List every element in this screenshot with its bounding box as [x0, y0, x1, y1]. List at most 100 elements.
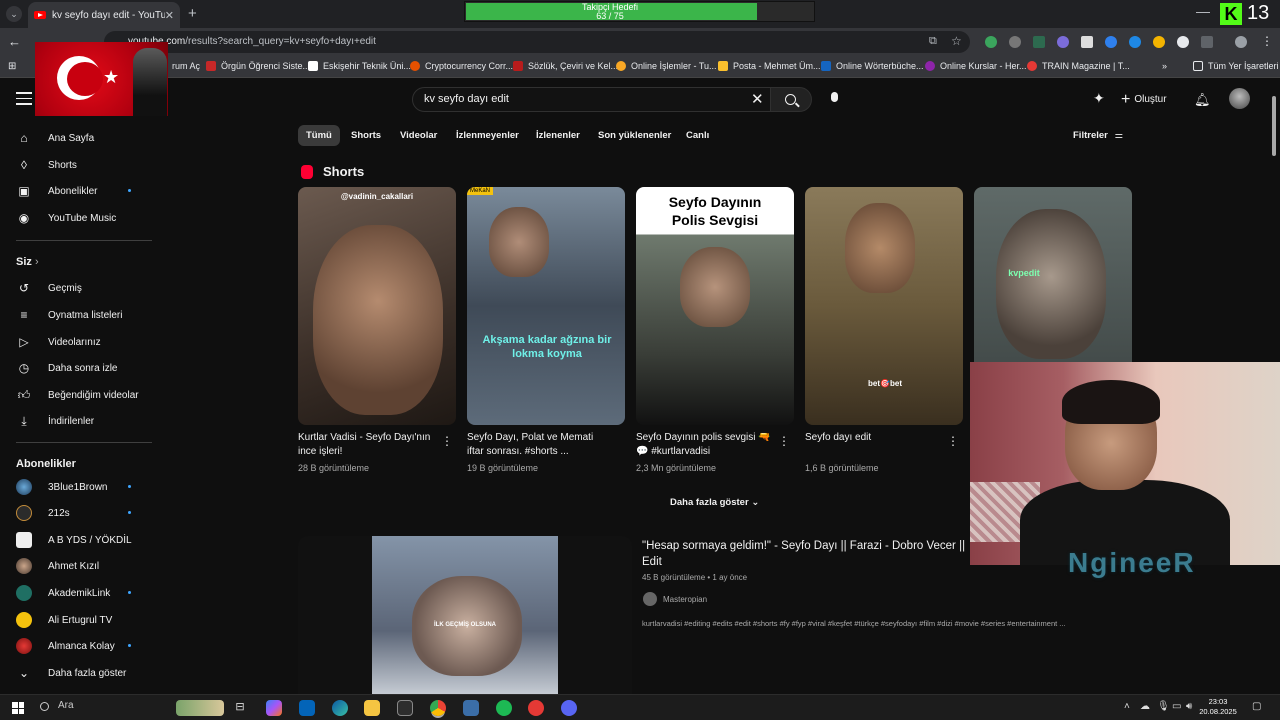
chip-unwatched[interactable]: İzlenmeyenler [448, 125, 527, 146]
search-highlight-image[interactable] [176, 700, 224, 716]
shield-extension-icon[interactable] [985, 36, 997, 48]
extension-icon-gpt[interactable] [1081, 36, 1093, 48]
outlook-icon[interactable] [299, 700, 315, 716]
chrome-menu-icon[interactable]: ⋮ [1261, 34, 1273, 48]
profile-icon[interactable] [1235, 36, 1247, 48]
sidebar-channel-ahmet-kizil[interactable]: Ahmet Kızıl [16, 558, 99, 574]
short-thumbnail[interactable]: bet🎯bet [805, 187, 963, 425]
extension-icon-play[interactable] [1177, 36, 1189, 48]
volume-icon[interactable]: 🔊︎ [1186, 701, 1192, 712]
file-explorer-icon[interactable] [364, 700, 380, 716]
apps-grid-icon[interactable]: ⊞ [8, 61, 16, 72]
more-options-icon[interactable]: ⋮ [778, 434, 790, 448]
extensions-puzzle-icon[interactable] [1201, 36, 1213, 48]
all-bookmarks[interactable]: Tüm Yer İşaretleri [1193, 61, 1279, 71]
sidebar-channel-ali-ertugrul[interactable]: Ali Ertugrul TV [16, 612, 112, 628]
microphone-tray-icon[interactable]: 🎙︎ [1157, 701, 1170, 712]
bookmark-item[interactable]: Örgün Öğrenci Siste... [206, 61, 310, 71]
taskbar-clock[interactable]: 23:03 20.08.2025 [1198, 697, 1238, 717]
new-tab-button[interactable]: + [188, 5, 197, 22]
store-icon[interactable] [397, 700, 413, 716]
sidebar-item-home[interactable]: ⌂ Ana Sayfa [16, 130, 94, 146]
channel-avatar[interactable] [643, 592, 657, 606]
sidebar-item-subscriptions[interactable]: ▣ Abonelikler [16, 183, 136, 199]
sidebar-heading-you[interactable]: Siz › [16, 256, 39, 268]
chip-all[interactable]: Tümü [298, 125, 340, 146]
sidebar-item-youtube-music[interactable]: ◉ YouTube Music [16, 210, 116, 226]
bookmark-item[interactable]: Online İşlemler - Tu... [616, 61, 717, 71]
search-button[interactable] [770, 87, 812, 112]
app-icon[interactable] [463, 700, 479, 716]
spotify-icon[interactable] [496, 700, 512, 716]
short-thumbnail[interactable]: MeKaN Akşama kadar ağzına bir lokma koym… [467, 187, 625, 425]
network-icon[interactable]: ▭ [1172, 701, 1181, 712]
copilot-icon[interactable] [266, 700, 282, 716]
more-options-icon[interactable]: ⋮ [947, 434, 959, 448]
sidebar-item-your-videos[interactable]: ▷ Videolarınız [16, 334, 100, 350]
sidebar-show-more[interactable]: ⌄ Daha fazla göster [16, 665, 126, 681]
close-tab-icon[interactable]: ✕ [165, 9, 174, 22]
clear-search-icon[interactable]: ✕ [751, 90, 764, 108]
more-options-icon[interactable]: ⋮ [441, 434, 453, 448]
bookmark-item[interactable]: Sözlük, Çeviri ve Kel... [513, 61, 618, 71]
sidebar-item-playlists[interactable]: ≡ Oynatma listeleri [16, 307, 122, 323]
channel-name[interactable]: Masteropian [663, 595, 707, 604]
bookmark-item[interactable]: TRAIN Magazine | T... [1027, 61, 1130, 71]
sidebar-channel-212s[interactable]: 212s [16, 505, 136, 521]
chip-videos[interactable]: Videolar [392, 125, 445, 146]
task-view-icon[interactable]: ⊟ [232, 700, 248, 716]
window-minimize-button[interactable]: — [1196, 3, 1210, 19]
hamburger-menu-icon[interactable] [16, 92, 32, 109]
browser-tab-active[interactable]: kv seyfo dayı edit - YouTube ✕ [28, 2, 180, 28]
bookmark-item[interactable]: Cryptocurrency Corr... [410, 61, 513, 71]
bookmark-item[interactable]: Online Kurslar - Her... [925, 61, 1027, 71]
windows-start-icon[interactable] [12, 702, 24, 714]
extension-icon-key[interactable] [1153, 36, 1165, 48]
short-title[interactable]: Seyfo Dayının polis sevgisi 🔫💬 #kurtlarv… [636, 431, 776, 459]
address-bar[interactable]: youtube.com/results?search_query=kv+seyf… [104, 31, 970, 53]
sidebar-item-liked-videos[interactable]: 👍︎ Beğendiğim videolar [16, 387, 139, 403]
app-icon[interactable] [528, 700, 544, 716]
microphone-icon[interactable] [831, 92, 838, 102]
shorts-show-more-button[interactable]: Daha fazla göster ⌄ [670, 497, 759, 508]
bookmark-item[interactable]: Posta - Mehmet Üm... [718, 61, 821, 71]
sidebar-item-history[interactable]: ↺ Geçmiş [16, 280, 82, 296]
scrollbar-thumb[interactable] [1272, 96, 1276, 156]
account-avatar[interactable] [1229, 88, 1250, 109]
install-app-icon[interactable]: ⧉ [929, 35, 937, 48]
sidebar-item-downloads[interactable]: ⤓ İndirilenler [16, 413, 94, 429]
search-input[interactable]: kv seyfo dayı edit [412, 87, 771, 112]
create-button[interactable]: + Oluştur [1121, 91, 1167, 109]
short-title[interactable]: Seyfo dayı edit [805, 431, 945, 445]
sidebar-channel-ab-yds[interactable]: A B YDS / YÖKDİL [16, 532, 132, 548]
short-thumbnail[interactable]: Seyfo Dayının Polis Sevgisi [636, 187, 794, 425]
chip-recently-uploaded[interactable]: Son yüklenenler [590, 125, 679, 146]
extension-icon-x[interactable] [1033, 36, 1045, 48]
extension-icon-translate[interactable] [1105, 36, 1117, 48]
sidebar-item-shorts[interactable]: ◊ Shorts [16, 157, 77, 173]
short-thumbnail[interactable]: @vadinin_cakallari [298, 187, 456, 425]
sidebar-channel-almanca-kolay[interactable]: Almanca Kolay [16, 638, 136, 654]
page-scrollbar[interactable] [1271, 84, 1277, 692]
video-thumbnail[interactable]: İLK GEÇMİŞ OLSUNA [298, 536, 632, 694]
sidebar-channel-akademiklink[interactable]: AkademikLink [16, 585, 136, 601]
bookmark-item[interactable]: Online Wörterbüche... [821, 61, 924, 71]
notifications-bell-icon[interactable]: 🔔︎ [1194, 92, 1211, 108]
chip-shorts[interactable]: Shorts [343, 125, 389, 146]
chrome-icon[interactable] [430, 700, 446, 716]
bookmarks-overflow-icon[interactable]: » [1162, 61, 1167, 71]
cast-icon[interactable]: ✦ [1093, 90, 1105, 107]
extension-icon-cloud[interactable] [1057, 36, 1069, 48]
sidebar-channel-3blue1brown[interactable]: 3Blue1Brown [16, 479, 136, 495]
cloud-icon[interactable]: ☁ [1140, 701, 1150, 712]
short-title[interactable]: Kurtlar Vadisi - Seyfo Dayı'nın ince işl… [298, 431, 438, 459]
discord-icon[interactable] [561, 700, 577, 716]
bookmark-item[interactable]: rum Aç [172, 61, 200, 71]
video-title[interactable]: "Hesap sormaya geldim!" - Seyfo Dayı || … [642, 538, 972, 570]
taskbar-search[interactable]: Ara [58, 700, 74, 711]
filters-button[interactable]: Filtreler ⚌ [1073, 130, 1123, 141]
short-title[interactable]: Seyfo Dayı, Polat ve Memati iftar sonras… [467, 431, 607, 459]
chip-live[interactable]: Canlı [678, 125, 717, 146]
bookmark-item[interactable]: Eskişehir Teknik Üni... [308, 61, 411, 71]
edge-icon[interactable] [332, 700, 348, 716]
